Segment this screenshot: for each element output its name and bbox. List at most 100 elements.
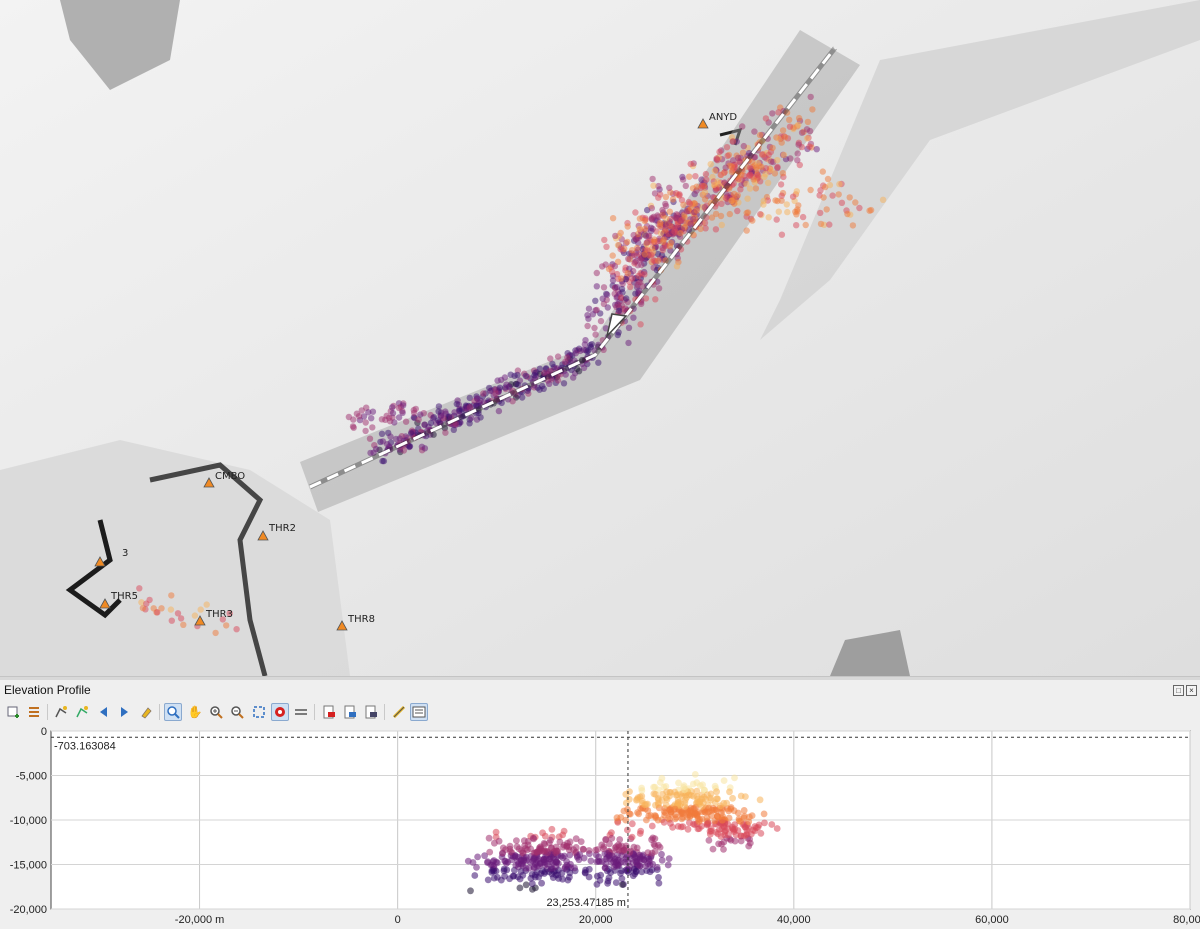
epicentre-point bbox=[723, 144, 731, 151]
epicentre-point bbox=[584, 322, 591, 330]
epicentre-point bbox=[592, 297, 599, 304]
profile-point bbox=[681, 786, 688, 794]
snapping-icon[interactable] bbox=[271, 703, 289, 721]
close-icon[interactable]: × bbox=[1186, 685, 1197, 696]
epicentre-point bbox=[233, 626, 240, 633]
epicentre-point bbox=[794, 208, 801, 215]
crosshair-y-label: -703.163084 bbox=[54, 740, 116, 752]
epicentre-point bbox=[716, 148, 723, 156]
profile-point bbox=[725, 807, 732, 815]
epicentre-point bbox=[804, 135, 811, 142]
station-label: ANYD bbox=[709, 112, 737, 123]
epicentre-point bbox=[389, 409, 397, 417]
epicentre-point bbox=[623, 295, 630, 302]
epicentre-point bbox=[492, 390, 499, 397]
epicentre-point bbox=[726, 210, 733, 218]
profile-point bbox=[546, 855, 553, 863]
add-layers-icon[interactable] bbox=[5, 703, 23, 721]
epicentre-point bbox=[852, 199, 859, 206]
epicentre-point bbox=[366, 435, 374, 442]
profile-point bbox=[612, 879, 620, 886]
epicentre-point bbox=[635, 272, 642, 280]
epicentre-point bbox=[826, 221, 833, 228]
lock-distance-icon[interactable] bbox=[292, 703, 310, 721]
epicentre-point bbox=[774, 163, 781, 171]
epicentre-point bbox=[673, 190, 680, 197]
station-label: THR5 bbox=[110, 591, 138, 602]
epicentre-point bbox=[730, 157, 737, 164]
profile-point bbox=[773, 825, 781, 832]
epicentre-point bbox=[380, 457, 388, 465]
epicentre-point bbox=[496, 384, 503, 391]
capture-curve-icon[interactable] bbox=[52, 703, 70, 721]
zoom-out-icon[interactable] bbox=[228, 703, 246, 721]
next-icon[interactable] bbox=[115, 703, 133, 721]
options-icon[interactable] bbox=[25, 703, 43, 721]
epicentre-point bbox=[421, 421, 428, 428]
export-image-icon[interactable] bbox=[341, 703, 359, 721]
epicentre-point bbox=[786, 116, 793, 124]
epicentre-point bbox=[729, 138, 736, 145]
profile-point bbox=[652, 814, 659, 821]
epicentre-point bbox=[701, 189, 709, 196]
y-tick-label: -5,000 bbox=[16, 771, 47, 783]
epicentre-point bbox=[536, 386, 543, 393]
epicentre-point bbox=[402, 418, 410, 425]
epicentre-point bbox=[779, 127, 787, 134]
map-canvas[interactable]: ANYD CMBO THR2 3 THR5 THR3 THR8 bbox=[0, 0, 1200, 676]
export-pdf-icon[interactable] bbox=[320, 703, 338, 721]
epicentre-point bbox=[350, 416, 357, 423]
epicentre-point bbox=[601, 236, 608, 244]
profile-point bbox=[660, 818, 668, 826]
profile-point bbox=[650, 840, 658, 848]
map-svg[interactable]: ANYD CMBO THR2 3 THR5 THR3 THR8 bbox=[0, 0, 1200, 676]
zoom-pan-icon[interactable] bbox=[164, 703, 182, 721]
epicentre-point bbox=[532, 369, 539, 377]
epicentre-point bbox=[809, 106, 816, 113]
epicentre-point bbox=[365, 409, 372, 416]
previous-icon[interactable] bbox=[95, 703, 113, 721]
epicentre-point bbox=[634, 246, 642, 253]
profile-point bbox=[718, 809, 725, 817]
zoom-full-icon[interactable] bbox=[250, 703, 268, 721]
epicentre-point bbox=[835, 191, 842, 198]
profile-point bbox=[604, 880, 611, 887]
measure-icon[interactable] bbox=[390, 703, 408, 721]
epicentre-point bbox=[624, 238, 631, 246]
epicentre-point bbox=[680, 201, 687, 208]
epicentre-point bbox=[191, 612, 199, 619]
epicentre-point bbox=[668, 223, 675, 230]
profile-point bbox=[718, 816, 726, 824]
float-icon[interactable]: □ bbox=[1173, 685, 1184, 696]
epicentre-point bbox=[712, 210, 720, 218]
epicentre-point bbox=[593, 283, 600, 290]
elevation-profile-plot[interactable]: -20,000 m 0 20,000 40,000 60,000 80,000 0 -5,00… bbox=[0, 725, 1200, 929]
profile-point bbox=[608, 834, 616, 842]
profile-point bbox=[740, 807, 748, 814]
epicentre-point bbox=[650, 182, 657, 189]
epicentre-point bbox=[775, 208, 782, 215]
epicentre-point bbox=[778, 192, 785, 199]
profile-point bbox=[491, 839, 498, 847]
profile-point bbox=[602, 855, 610, 863]
settings-icon[interactable] bbox=[410, 703, 428, 721]
epicentre-point bbox=[682, 182, 689, 190]
y-tick-label: -15,000 bbox=[10, 860, 47, 872]
profile-point bbox=[746, 839, 754, 847]
epicentre-point bbox=[612, 284, 619, 291]
pan-icon[interactable]: ✋ bbox=[186, 703, 204, 721]
epicentre-point bbox=[655, 194, 662, 201]
profile-point bbox=[587, 857, 595, 865]
epicentre-point bbox=[648, 205, 655, 212]
profile-point bbox=[506, 875, 513, 883]
profile-toolbar: ✋ bbox=[0, 701, 1200, 723]
profile-point bbox=[548, 864, 555, 872]
epicentre-point bbox=[362, 419, 369, 426]
capture-curve-from-feature-icon[interactable] bbox=[73, 703, 91, 721]
export-dxf-icon[interactable] bbox=[362, 703, 380, 721]
clear-icon[interactable] bbox=[137, 703, 155, 721]
profile-point bbox=[720, 823, 728, 831]
epicentre-point bbox=[593, 269, 600, 277]
zoom-in-icon[interactable] bbox=[207, 703, 225, 721]
epicentre-point bbox=[648, 214, 656, 221]
